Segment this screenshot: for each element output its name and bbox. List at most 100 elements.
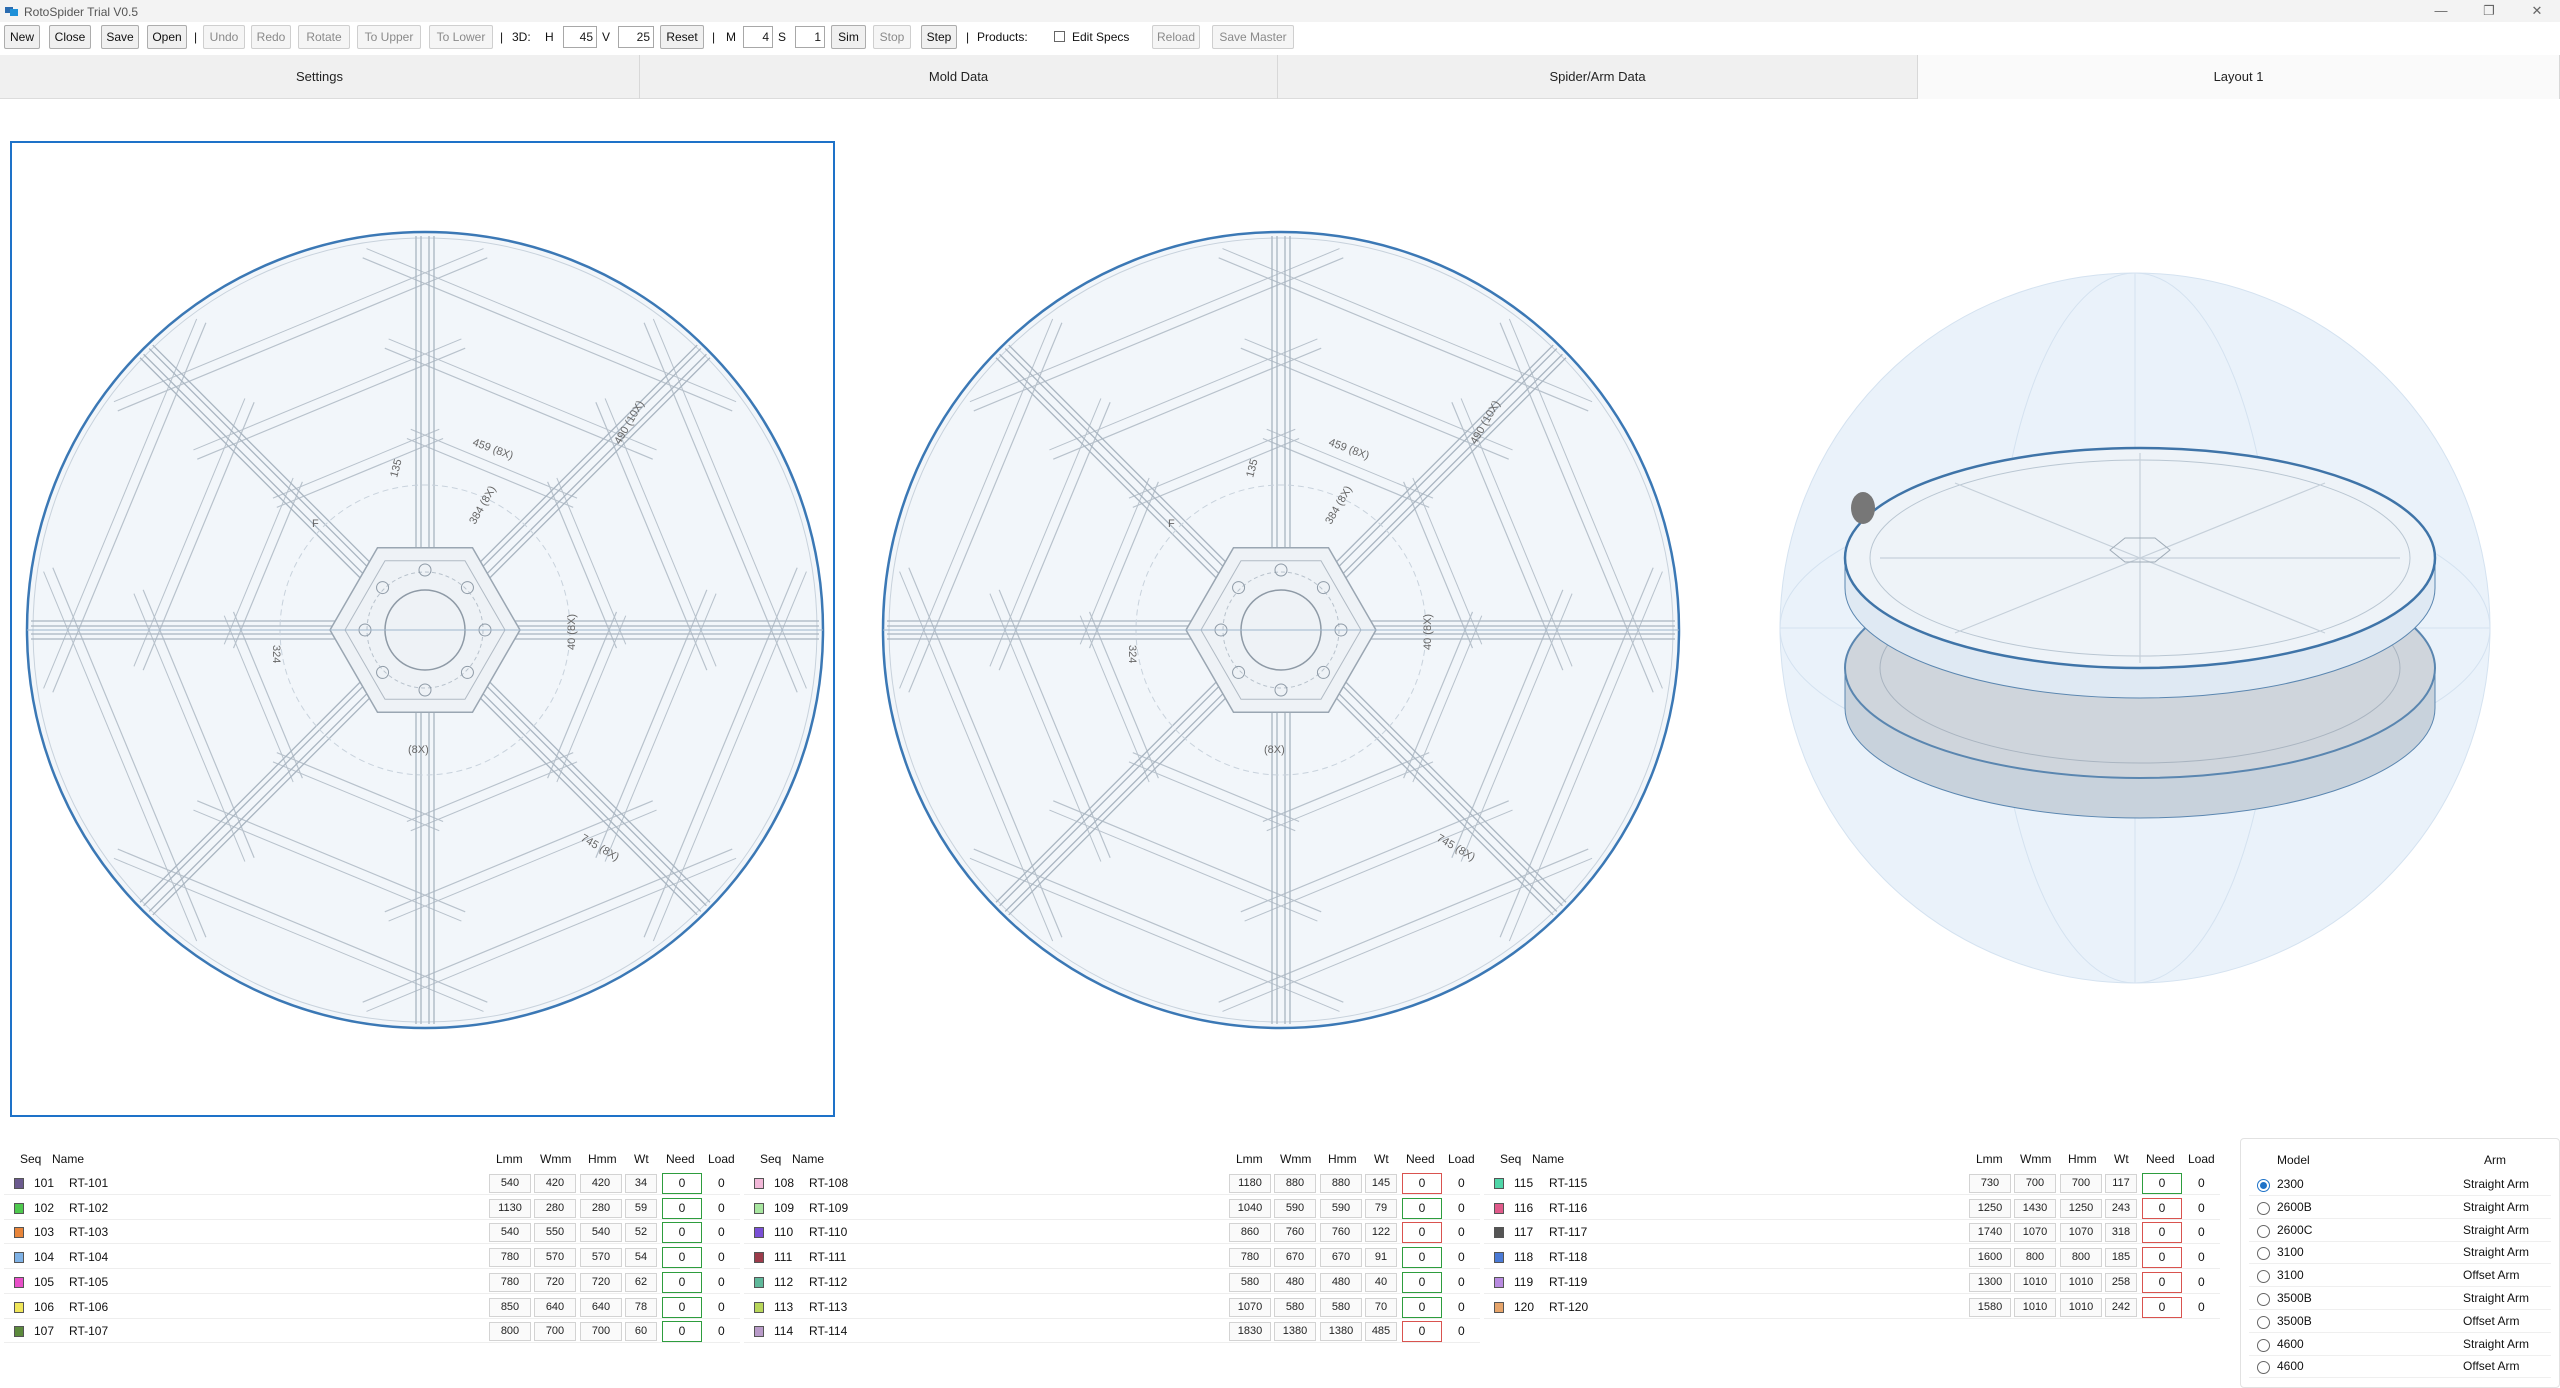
model-radio[interactable] <box>2257 1247 2270 1261</box>
close-window-icon[interactable]: ✕ <box>2522 2 2552 20</box>
close-button[interactable]: Close <box>49 25 91 49</box>
product-need-input[interactable]: 0 <box>2142 1173 2182 1194</box>
rotate-button[interactable]: Rotate <box>298 25 350 49</box>
product-row[interactable]: 111 RT-111 780 670 670 91 0 0 <box>744 1246 1480 1270</box>
product-row[interactable]: 107 RT-107 800 700 700 60 0 0 <box>4 1320 740 1344</box>
product-weight: 485 <box>1365 1322 1397 1342</box>
product-row[interactable]: 119 RT-119 1300 1010 1010 258 0 0 <box>1484 1271 2220 1294</box>
tab-mold-data[interactable]: Mold Data <box>640 55 1278 99</box>
model-radio[interactable] <box>2257 1315 2270 1329</box>
product-row[interactable]: 118 RT-118 1600 800 800 185 0 0 <box>1484 1246 2220 1270</box>
product-length: 1250 <box>1969 1198 2011 1218</box>
model-arm-type: Straight Arm <box>2463 1336 2530 1351</box>
product-row[interactable]: 112 RT-112 580 480 480 40 0 0 <box>744 1271 1480 1294</box>
sim-button[interactable]: Sim <box>831 25 866 49</box>
model-radio[interactable] <box>2257 1293 2270 1306</box>
product-row[interactable]: 108 RT-108 1180 880 880 145 0 0 <box>744 1172 1480 1195</box>
product-length: 1070 <box>1229 1297 1271 1317</box>
spider-top-view-left[interactable]: 490 (10X)384 (8X)459 (8X)40 (8X)745 (8X)… <box>20 225 830 1035</box>
product-need-input[interactable]: 0 <box>1402 1271 1442 1293</box>
product-need-input[interactable]: 0 <box>662 1173 702 1194</box>
row-divider <box>4 1292 740 1294</box>
product-row[interactable]: 114 RT-114 1830 1380 1380 485 0 0 <box>744 1320 1480 1344</box>
product-height: 880 <box>1320 1174 1362 1193</box>
column-header-load: Load <box>1448 1152 1475 1166</box>
model-radio[interactable] <box>2257 1361 2270 1375</box>
column-header-wt: Wt <box>1374 1152 1389 1166</box>
save-button[interactable]: Save <box>101 25 139 49</box>
product-color-swatch <box>1494 1276 1504 1288</box>
product-color-swatch <box>14 1301 24 1313</box>
minimize-icon[interactable]: — <box>2426 2 2456 20</box>
product-need-input[interactable]: 0 <box>2142 1197 2182 1219</box>
product-height: 280 <box>580 1198 622 1218</box>
product-height: 580 <box>1320 1297 1362 1317</box>
redo-button[interactable]: Redo <box>251 25 291 49</box>
product-need-input[interactable]: 0 <box>1402 1321 1442 1343</box>
tab-settings[interactable]: Settings <box>0 55 640 99</box>
s-input[interactable]: 1 <box>795 26 825 48</box>
model-arm-type: Straight Arm <box>2463 1199 2530 1214</box>
row-divider <box>1484 1243 2220 1245</box>
model-radio[interactable] <box>2257 1270 2270 1284</box>
product-row[interactable]: 109 RT-109 1040 590 590 79 0 0 <box>744 1197 1480 1220</box>
product-row[interactable]: 117 RT-117 1740 1070 1070 318 0 0 <box>1484 1221 2220 1245</box>
v-angle-input[interactable]: 25 <box>618 26 654 48</box>
product-row[interactable]: 101 RT-101 540 420 420 34 0 0 <box>4 1172 740 1195</box>
product-need-input[interactable]: 0 <box>662 1247 702 1269</box>
product-need-input[interactable]: 0 <box>2142 1296 2182 1318</box>
product-row[interactable]: 113 RT-113 1070 580 580 70 0 0 <box>744 1296 1480 1319</box>
tab-spider-arm-data[interactable]: Spider/Arm Data <box>1278 55 1918 99</box>
row-divider <box>2249 1309 2551 1310</box>
to-lower-button[interactable]: To Lower <box>429 25 493 49</box>
new-button[interactable]: New <box>4 25 40 49</box>
step-button[interactable]: Step <box>921 25 957 49</box>
product-row[interactable]: 120 RT-120 1580 1010 1010 242 0 0 <box>1484 1296 2220 1319</box>
maximize-icon[interactable]: ❐ <box>2474 2 2504 20</box>
product-row[interactable]: 110 RT-110 860 760 760 122 0 0 <box>744 1221 1480 1245</box>
undo-button[interactable]: Undo <box>203 25 245 49</box>
h-angle-input[interactable]: 45 <box>563 26 597 48</box>
product-need-input[interactable]: 0 <box>662 1271 702 1293</box>
product-row[interactable]: 104 RT-104 780 570 570 54 0 0 <box>4 1246 740 1270</box>
open-button[interactable]: Open <box>147 25 187 49</box>
product-need-input[interactable]: 0 <box>2142 1271 2182 1293</box>
stop-button[interactable]: Stop <box>873 25 911 49</box>
reload-button[interactable]: Reload <box>1152 25 1200 49</box>
product-need-input[interactable]: 0 <box>2142 1222 2182 1244</box>
product-need-input[interactable]: 0 <box>1402 1247 1442 1269</box>
product-need-input[interactable]: 0 <box>662 1296 702 1318</box>
save-master-button[interactable]: Save Master <box>1212 25 1294 49</box>
spider-3d-view[interactable] <box>1775 268 2495 988</box>
product-need-input[interactable]: 0 <box>662 1321 702 1343</box>
model-radio[interactable] <box>2257 1338 2270 1352</box>
product-load: 0 <box>1458 1274 1465 1289</box>
product-weight: 52 <box>625 1223 657 1243</box>
product-need-input[interactable]: 0 <box>1402 1173 1442 1194</box>
m-input[interactable]: 4 <box>743 26 773 48</box>
product-need-input[interactable]: 0 <box>662 1197 702 1219</box>
product-height: 420 <box>580 1174 622 1193</box>
column-header-need: Need <box>1406 1152 1435 1166</box>
product-need-input[interactable]: 0 <box>1402 1197 1442 1219</box>
product-row[interactable]: 106 RT-106 850 640 640 78 0 0 <box>4 1296 740 1319</box>
model-radio[interactable] <box>2257 1179 2270 1192</box>
product-row[interactable]: 105 RT-105 780 720 720 62 0 0 <box>4 1271 740 1294</box>
product-row[interactable]: 115 RT-115 730 700 700 117 0 0 <box>1484 1172 2220 1195</box>
product-load: 0 <box>2198 1200 2205 1215</box>
product-need-input[interactable]: 0 <box>2142 1247 2182 1269</box>
product-need-input[interactable]: 0 <box>662 1222 702 1244</box>
product-row[interactable]: 116 RT-116 1250 1430 1250 243 0 0 <box>1484 1197 2220 1220</box>
edit-specs-checkbox[interactable] <box>1054 31 1065 42</box>
model-radio[interactable] <box>2257 1201 2270 1215</box>
spider-top-view-right[interactable]: 490 (10X)384 (8X)459 (8X)40 (8X)745 (8X)… <box>876 225 1686 1035</box>
product-need-input[interactable]: 0 <box>1402 1296 1442 1318</box>
svg-text:40 (8X): 40 (8X) <box>1422 614 1434 650</box>
product-need-input[interactable]: 0 <box>1402 1222 1442 1244</box>
to-upper-button[interactable]: To Upper <box>357 25 421 49</box>
reset-button[interactable]: Reset <box>660 25 704 49</box>
tab-layout-1[interactable]: Layout 1 <box>1918 55 2560 99</box>
model-radio[interactable] <box>2257 1224 2270 1238</box>
product-row[interactable]: 102 RT-102 1130 280 280 59 0 0 <box>4 1197 740 1220</box>
product-row[interactable]: 103 RT-103 540 550 540 52 0 0 <box>4 1221 740 1245</box>
